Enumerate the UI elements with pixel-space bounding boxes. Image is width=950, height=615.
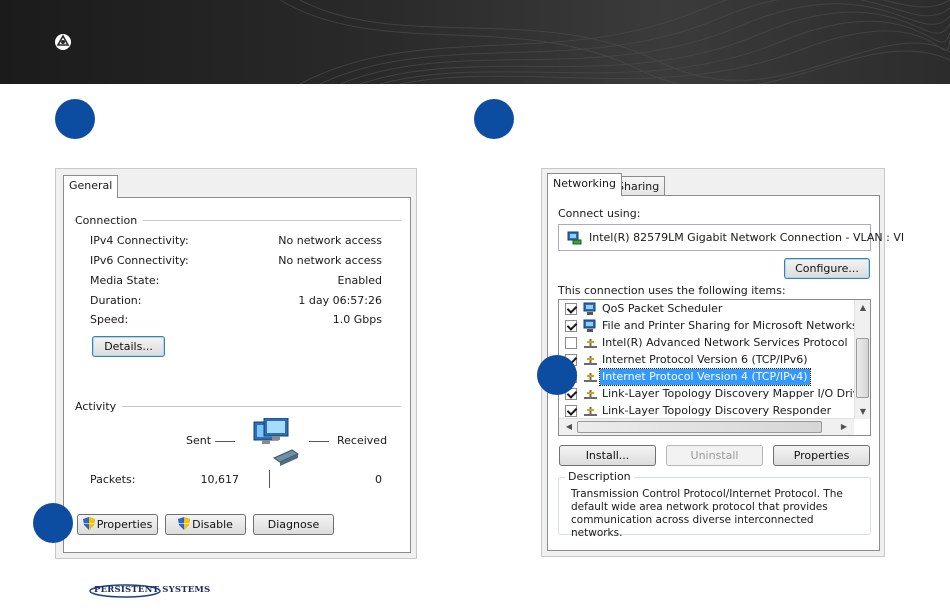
- list-item[interactable]: Link-Layer Topology Discovery Mapper I/O…: [559, 386, 870, 403]
- disable-button[interactable]: Disable: [165, 514, 246, 535]
- persistent-logo-icon: [55, 34, 71, 50]
- protocol-icon: [584, 356, 597, 365]
- networking-panel: Connect using: Intel(R) 82579LM Gigabit …: [547, 195, 904, 551]
- description-text: Transmission Control Protocol/Internet P…: [571, 488, 843, 539]
- item-label: File and Printer Sharing for Microsoft N…: [602, 319, 858, 332]
- configure-button[interactable]: Configure...: [784, 258, 870, 279]
- disable-button-label: Disable: [192, 518, 233, 531]
- header-banner: [0, 0, 950, 84]
- tab-general-label: General: [69, 179, 113, 192]
- tab-sharing-label: Sharing: [617, 180, 660, 193]
- packets-received-value: 0: [375, 473, 382, 486]
- qos-icon: [583, 302, 596, 315]
- scroll-left-icon[interactable]: ◀: [562, 422, 576, 431]
- diagnose-button[interactable]: Diagnose: [253, 514, 334, 535]
- status-dialog: General Connection IPv4 Connectivity: No…: [55, 168, 417, 559]
- tab-networking-label: Networking: [553, 177, 616, 190]
- adapter-name: Intel(R) 82579LM Gigabit Network Connect…: [589, 231, 905, 244]
- list-item[interactable]: QoS Packet Scheduler: [559, 301, 854, 318]
- item-label: QoS Packet Scheduler: [602, 302, 723, 315]
- list-item[interactable]: Intel(R) Advanced Network Services Proto…: [559, 335, 854, 352]
- speed-key: Speed:: [90, 313, 129, 326]
- item-label: Internet Protocol Version 4 (TCP/IPv4): [599, 368, 811, 386]
- item-label: Link-Layer Topology Discovery Mapper I/O…: [602, 387, 871, 400]
- speed-value: 1.0 Gbps: [332, 313, 382, 326]
- item-checkbox[interactable]: [565, 320, 577, 332]
- received-line: [309, 441, 329, 442]
- connect-using-label: Connect using:: [558, 207, 641, 220]
- step-marker-2: [474, 99, 514, 139]
- item-label: Link-Layer Topology Discovery Responder: [602, 404, 832, 417]
- properties-button-label: Properties: [96, 518, 153, 531]
- sent-line: [215, 441, 235, 442]
- vertical-scrollbar[interactable]: ▲ ▼: [854, 300, 870, 419]
- packets-separator: [269, 470, 270, 488]
- activity-divider: [74, 406, 401, 407]
- connection-group-label: Connection: [75, 214, 144, 227]
- step-marker-3: [537, 355, 577, 395]
- media-state-value: Enabled: [337, 274, 382, 287]
- activity-group-label: Activity: [75, 400, 123, 413]
- protocol-icon: [584, 390, 597, 399]
- horizontal-scrollbar[interactable]: ◀ ▶: [559, 418, 854, 435]
- scroll-down-icon[interactable]: ▼: [856, 407, 870, 416]
- list-item[interactable]: Internet Protocol Version 6 (TCP/IPv6): [559, 352, 854, 369]
- duration-value: 1 day 06:57:26: [298, 294, 382, 307]
- list-item[interactable]: Internet Protocol Version 4 (TCP/IPv4): [559, 368, 854, 386]
- install-button[interactable]: Install...: [559, 445, 656, 466]
- tab-networking[interactable]: Networking: [547, 173, 622, 196]
- vertical-scroll-thumb[interactable]: [856, 338, 869, 398]
- components-list[interactable]: QoS Packet Scheduler File and Printer Sh…: [558, 299, 871, 436]
- items-label: This connection uses the following items…: [558, 284, 786, 297]
- details-button[interactable]: Details...: [92, 336, 165, 357]
- step-marker-1: [55, 99, 95, 139]
- description-label: Description: [565, 470, 634, 483]
- media-state-key: Media State:: [90, 274, 160, 287]
- network-computers-icon: [253, 418, 300, 466]
- uac-shield-icon: [178, 517, 191, 530]
- duration-key: Duration:: [90, 294, 142, 307]
- item-label: Internet Protocol Version 6 (TCP/IPv6): [602, 353, 808, 366]
- protocol-icon: [584, 339, 597, 348]
- footer-brand-text: PERSISTENT SYSTEMS: [94, 585, 211, 595]
- horizontal-scroll-thumb[interactable]: [577, 421, 822, 433]
- uac-shield-icon: [82, 517, 95, 530]
- packets-label: Packets:: [90, 473, 136, 486]
- protocol-icon: [584, 407, 597, 416]
- item-checkbox[interactable]: [565, 337, 577, 349]
- item-checkbox[interactable]: [565, 303, 577, 315]
- ipv4-key: IPv4 Connectivity:: [90, 234, 189, 247]
- footer-brand-logo: PERSISTENT SYSTEMS: [89, 583, 210, 599]
- packets-sent-value: 10,617: [200, 473, 240, 486]
- item-checkbox[interactable]: [565, 405, 577, 417]
- ipv6-value: No network access: [278, 254, 382, 267]
- protocol-icon: [584, 373, 597, 382]
- sent-label: Sent: [186, 434, 212, 447]
- scroll-right-icon[interactable]: ▶: [837, 422, 851, 431]
- properties-item-button[interactable]: Properties: [773, 445, 870, 466]
- list-item[interactable]: File and Printer Sharing for Microsoft N…: [559, 318, 858, 335]
- properties-button[interactable]: Properties: [77, 514, 158, 535]
- step-marker-4: [33, 503, 73, 543]
- tab-general[interactable]: General: [63, 175, 119, 198]
- properties-dialog: Networking Sharing Connect using: Intel(…: [541, 168, 904, 557]
- ipv4-value: No network access: [278, 234, 382, 247]
- received-label: Received: [337, 434, 388, 447]
- scroll-up-icon[interactable]: ▲: [856, 303, 870, 312]
- general-panel: Connection IPv4 Connectivity: No network…: [63, 197, 411, 553]
- adapter-field: Intel(R) 82579LM Gigabit Network Connect…: [558, 224, 904, 251]
- uninstall-button[interactable]: Uninstall: [666, 445, 763, 466]
- ipv6-key: IPv6 Connectivity:: [90, 254, 189, 267]
- header-wave-pattern: [279, 0, 950, 84]
- item-label: Intel(R) Advanced Network Services Proto…: [602, 336, 848, 349]
- network-adapter-icon: [567, 231, 582, 245]
- file-sharing-icon: [583, 319, 596, 332]
